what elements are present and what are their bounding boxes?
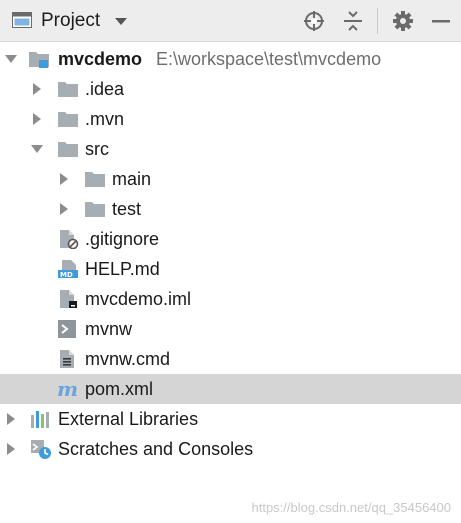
folder-icon <box>58 142 78 157</box>
chevron-down-icon[interactable] <box>112 12 130 30</box>
tree-label-pom-xml: pom.xml <box>85 379 154 399</box>
toolbar-separator <box>377 8 378 34</box>
svg-text:MD: MD <box>60 271 73 279</box>
tree-row-mvcdemo[interactable]: mvcdemo E:\workspace\test\mvcdemo <box>0 44 461 74</box>
project-header: Project <box>0 0 461 42</box>
tree-root-path: E:\workspace\test\mvcdemo <box>156 49 382 69</box>
tree-row-mvnw-cmd[interactable]: mvnw.cmd <box>0 344 461 374</box>
tree-label-scratches: Scratches and Consoles <box>58 439 254 459</box>
tree-row-src[interactable]: src <box>0 134 461 164</box>
tree-label-external-libraries: External Libraries <box>58 409 199 429</box>
gear-icon[interactable] <box>391 9 415 33</box>
project-window-icon <box>12 12 32 28</box>
folder-icon <box>85 172 105 187</box>
chevron-right-icon[interactable] <box>30 82 44 96</box>
tree-row-pom-xml[interactable]: m pom.xml <box>0 374 461 404</box>
tree-row-test[interactable]: test <box>0 194 461 224</box>
tree-row-external-libraries[interactable]: External Libraries <box>0 404 461 434</box>
tree-label-mvn: .mvn <box>85 109 125 129</box>
module-folder-icon <box>29 52 49 68</box>
locate-target-icon[interactable] <box>302 9 326 33</box>
tree-label-help-md: HELP.md <box>85 259 160 279</box>
tree-row-gitignore[interactable]: .gitignore <box>0 224 461 254</box>
folder-icon <box>58 82 78 97</box>
tree-label-main: main <box>112 169 152 189</box>
folder-icon <box>58 112 78 127</box>
tree-row-mvn[interactable]: .mvn <box>0 104 461 134</box>
project-view-title[interactable]: Project <box>41 10 100 32</box>
tree-label-src: src <box>85 139 109 159</box>
collapse-all-icon[interactable] <box>341 9 365 33</box>
tree-label-mvnw: mvnw <box>85 319 133 339</box>
chevron-right-icon[interactable] <box>4 442 18 456</box>
tree-label-iml: mvcdemo.iml <box>85 289 192 309</box>
chevron-down-icon[interactable] <box>4 52 18 66</box>
shell-script-icon <box>58 320 76 338</box>
tree-row-scratches[interactable]: Scratches and Consoles <box>0 434 461 464</box>
tree-row-iml[interactable]: mvcdemo.iml <box>0 284 461 314</box>
folder-icon <box>85 202 105 217</box>
watermark: https://blog.csdn.net/qq_35456400 <box>251 500 452 515</box>
tree-row-idea[interactable]: .idea <box>0 74 461 104</box>
markdown-file-icon: MD <box>58 260 78 279</box>
chevron-right-icon[interactable] <box>4 412 18 426</box>
ignored-file-icon <box>60 230 79 249</box>
tree-label-test: test <box>112 199 142 219</box>
tree-row-mvnw[interactable]: mvnw <box>0 314 461 344</box>
chevron-right-icon[interactable] <box>57 202 71 216</box>
tree-label-idea: .idea <box>85 79 125 99</box>
chevron-down-icon[interactable] <box>30 142 44 156</box>
tree-label-mvnw-cmd: mvnw.cmd <box>85 349 171 369</box>
project-tool-window: Project mvcdemo E:\workspace\test\mvcdem… <box>0 0 461 523</box>
tree-label-gitignore: .gitignore <box>85 229 160 249</box>
tree-label-root: mvcdemo <box>58 49 143 69</box>
text-file-icon <box>60 350 74 368</box>
library-icon <box>31 411 49 428</box>
module-file-icon <box>60 290 77 308</box>
minimize-icon[interactable] <box>429 9 453 33</box>
tree-row-main[interactable]: main <box>0 164 461 194</box>
maven-icon: m <box>57 379 78 399</box>
chevron-right-icon[interactable] <box>30 112 44 126</box>
tree-row-help-md[interactable]: MD HELP.md <box>0 254 461 284</box>
scratches-icon <box>31 440 51 459</box>
chevron-right-icon[interactable] <box>57 172 71 186</box>
svg-text:m: m <box>57 379 78 399</box>
